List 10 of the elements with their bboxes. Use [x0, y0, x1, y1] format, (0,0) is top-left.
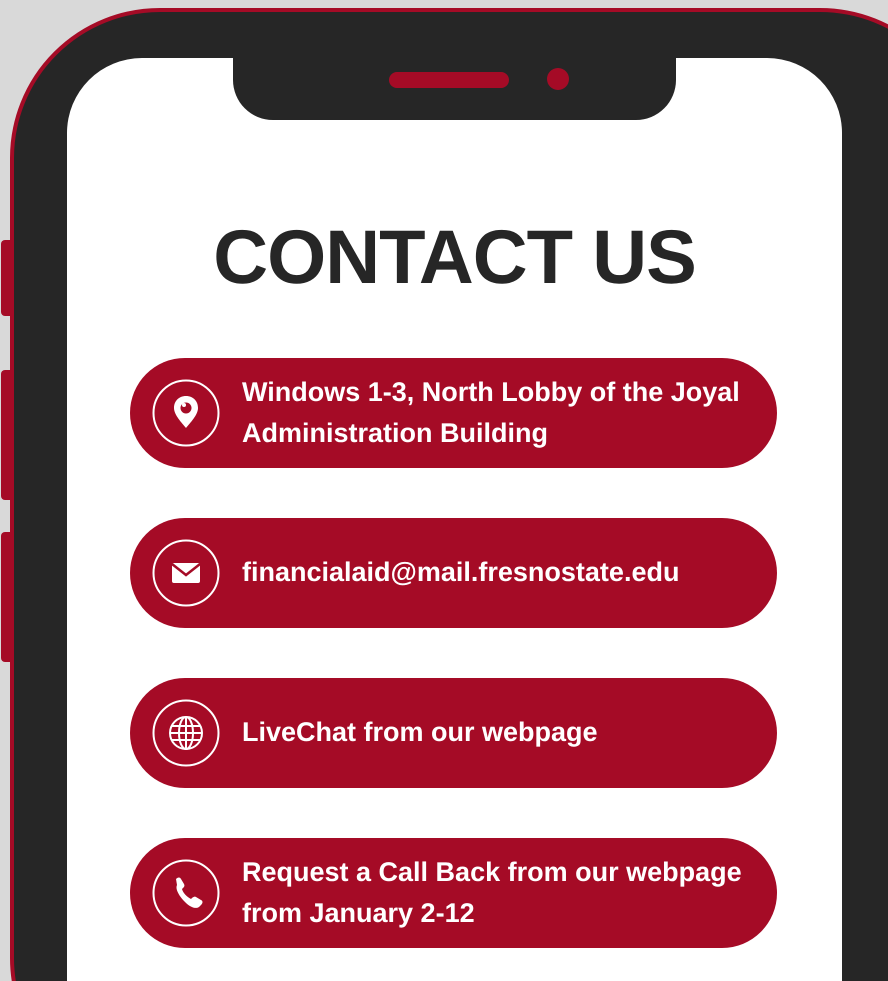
email-icon [152, 538, 220, 607]
location-icon [152, 378, 220, 447]
page-title: CONTACT US [213, 216, 696, 300]
contact-text: Windows 1-3, North Lobby of the Joyal Administration Building [242, 376, 741, 450]
contact-text: financialaid@mail.fresnostate.edu [242, 556, 680, 590]
contact-text: LiveChat from our webpage [242, 716, 598, 750]
globe-icon [152, 698, 220, 767]
contact-text: Request a Call Back from our webpage from January 2-12 [242, 856, 743, 930]
camera-dot [547, 68, 569, 90]
phone-icon [152, 858, 220, 927]
